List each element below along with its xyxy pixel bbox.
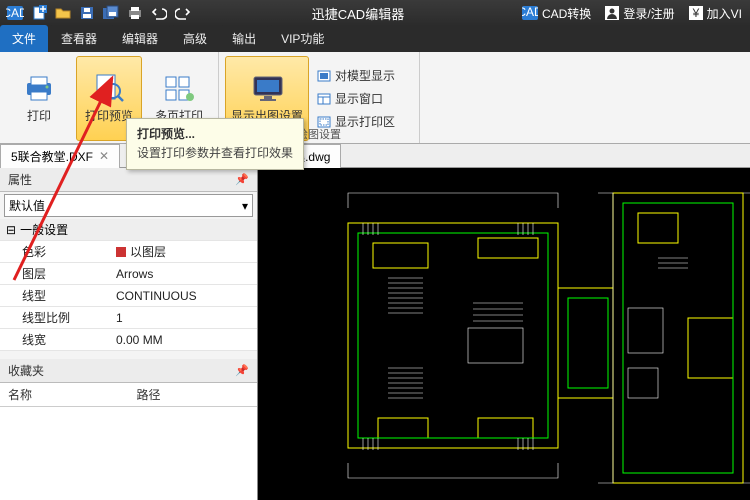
printer-icon xyxy=(22,73,56,103)
ribbon-tabs: 文件 查看器 编辑器 高级 输出 VIP功能 xyxy=(0,26,750,52)
cad-convert-button[interactable]: CADCAD转换 xyxy=(518,3,595,24)
tab-editor[interactable]: 编辑器 xyxy=(110,25,170,52)
tab-advanced[interactable]: 高级 xyxy=(171,25,219,52)
window-icon xyxy=(317,93,331,105)
document-tabs: 5联合教堂.DXF✕ 一字型衣柜内部结构设计图集.dwg xyxy=(0,144,750,168)
svg-text:¥: ¥ xyxy=(691,6,699,20)
svg-text:CAD: CAD xyxy=(522,6,538,19)
titlebar-right: CADCAD转换 登录/注册 ¥加入VI xyxy=(518,3,750,24)
pin-icon[interactable]: 📌 xyxy=(235,364,249,377)
app-title: 迅捷CAD编辑器 xyxy=(198,4,518,23)
drawing-canvas[interactable] xyxy=(258,168,750,500)
cad-logo-icon[interactable]: CAD xyxy=(4,3,26,23)
new-icon[interactable] xyxy=(28,3,50,23)
quick-access-toolbar: CAD xyxy=(0,3,198,23)
join-vip-button[interactable]: ¥加入VI xyxy=(685,3,746,24)
section-general[interactable]: ⊟一般设置 xyxy=(0,219,257,241)
prop-row-linetype[interactable]: 线型CONTINUOUS xyxy=(0,285,257,307)
open-icon[interactable] xyxy=(52,3,74,23)
print-button[interactable]: 打印 xyxy=(6,56,72,141)
svg-text:CAD: CAD xyxy=(6,6,24,20)
save-icon[interactable] xyxy=(76,3,98,23)
magnifier-page-icon xyxy=(92,73,126,103)
show-model-button[interactable]: 对模型显示 xyxy=(313,65,413,86)
tab-viewer[interactable]: 查看器 xyxy=(49,25,109,52)
model-icon xyxy=(317,70,331,82)
redo-icon[interactable] xyxy=(172,3,194,23)
print-icon[interactable] xyxy=(124,3,146,23)
close-icon[interactable]: ✕ xyxy=(99,149,109,163)
default-combo[interactable]: 默认值▾ xyxy=(4,194,253,217)
prop-row-ltscale[interactable]: 线型比例1 xyxy=(0,307,257,329)
login-button[interactable]: 登录/注册 xyxy=(601,3,678,24)
favorites-panel: 名称 路径 xyxy=(0,383,257,500)
color-chip xyxy=(116,247,126,257)
prop-row-layer[interactable]: 图层Arrows xyxy=(0,263,257,285)
undo-icon[interactable] xyxy=(148,3,170,23)
tab-vip[interactable]: VIP功能 xyxy=(269,25,336,52)
chevron-down-icon: ▾ xyxy=(242,199,248,213)
saveall-icon[interactable] xyxy=(100,3,122,23)
fav-col-path: 路径 xyxy=(129,383,258,406)
monitor-icon xyxy=(250,73,284,103)
workspace: 属性📌 默认值▾ ⊟一般设置 色彩以图层 图层Arrows 线型CONTINUO… xyxy=(0,168,750,500)
favorites-header: 收藏夹📌 xyxy=(0,359,257,383)
tab-output[interactable]: 输出 xyxy=(220,25,268,52)
tab-file[interactable]: 文件 xyxy=(0,25,48,52)
pin-icon[interactable]: 📌 xyxy=(235,173,249,186)
prop-row-color[interactable]: 色彩以图层 xyxy=(0,241,257,263)
side-panel: 属性📌 默认值▾ ⊟一般设置 色彩以图层 图层Arrows 线型CONTINUO… xyxy=(0,168,258,500)
multipage-icon xyxy=(162,73,196,103)
titlebar: CAD 迅捷CAD编辑器 CADCAD转换 登录/注册 ¥加入VI xyxy=(0,0,750,26)
doc-tab-1[interactable]: 5联合教堂.DXF✕ xyxy=(0,144,120,168)
properties-header: 属性📌 xyxy=(0,168,257,192)
fav-col-name: 名称 xyxy=(0,383,129,406)
print-preview-tooltip: 打印预览... 设置打印参数并查看打印效果 xyxy=(126,118,304,170)
show-window-button[interactable]: 显示窗口 xyxy=(313,88,413,109)
ribbon: 打印 打印预览 多页打印 显示出图设置 对模型显示 显示窗口 显示打印区 绘图设… xyxy=(0,52,750,144)
prop-row-lineweight[interactable]: 线宽0.00 MM xyxy=(0,329,257,351)
